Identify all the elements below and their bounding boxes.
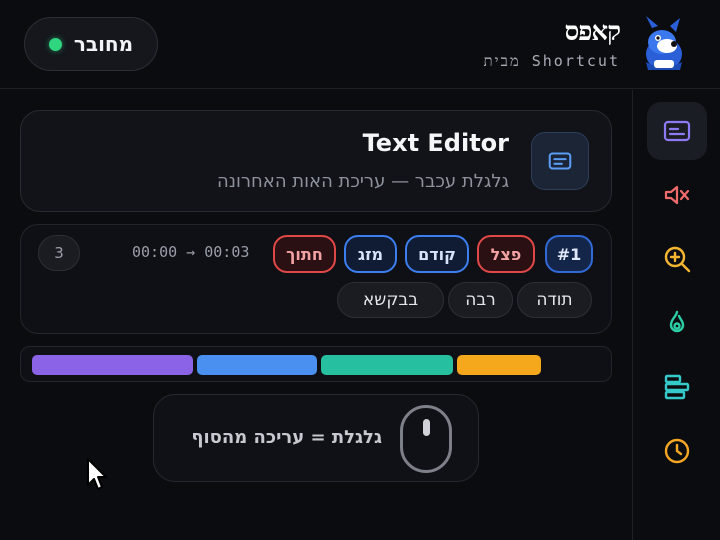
sidebar-item-effects[interactable]	[647, 294, 707, 352]
flame-icon	[669, 310, 685, 333]
brand-logo: קאפס	[484, 14, 621, 50]
clock-icon	[664, 438, 690, 464]
card-subtitle: גלגלת עכבר — עריכת האות האחרונה	[217, 171, 509, 192]
sidebar-item-mute[interactable]	[647, 166, 707, 224]
connection-status-button[interactable]: מחובר	[24, 17, 158, 71]
word-chip[interactable]: רבה	[448, 282, 513, 318]
word-chip[interactable]: בבקשא	[337, 282, 444, 318]
previous-button[interactable]: קודם	[405, 235, 469, 273]
timeline-segment[interactable]	[457, 355, 541, 375]
segment-index-badge[interactable]: #1	[545, 235, 593, 273]
scroll-hint-card: גלגלת = עריכה מהסוף	[153, 394, 479, 482]
captions-icon	[663, 120, 691, 142]
brand-subtitle: מבית Shortcut	[483, 52, 620, 70]
mouse-wheel	[423, 419, 430, 436]
timeline-segment[interactable]	[32, 355, 193, 375]
online-indicator-dot	[48, 37, 62, 51]
cut-button[interactable]: חתוך	[273, 235, 336, 273]
sidebar-item-captions[interactable]	[647, 102, 707, 160]
sidebar-item-layout[interactable]	[647, 358, 707, 416]
connection-status-label: מחובר	[73, 32, 134, 56]
tool-sidebar	[632, 90, 720, 540]
brand-name: קאפס	[564, 17, 621, 46]
word-count-badge: 3	[38, 235, 80, 271]
word-chip[interactable]: תודה	[517, 282, 592, 318]
scroll-hint-text: גלגלת = עריכה מהסוף	[191, 427, 382, 448]
segment-time-range: 00:00 → 00:03	[132, 243, 250, 261]
text-editor-card: Text Editor גלגלת עכבר — עריכת האות האחר…	[20, 110, 612, 212]
mouse-icon	[400, 405, 452, 473]
zoom-in-icon	[664, 246, 691, 273]
timeline-track[interactable]	[20, 346, 612, 382]
timeline-segment[interactable]	[321, 355, 453, 375]
brand: קאפס מבית Shortcut	[483, 14, 621, 71]
mascot-logo-icon	[646, 16, 682, 70]
sidebar-item-history[interactable]	[647, 422, 707, 480]
split-button[interactable]: פצל	[477, 235, 535, 273]
merge-button[interactable]: מזג	[344, 235, 397, 273]
mouse-pointer-icon	[87, 458, 107, 490]
mute-icon	[664, 185, 690, 205]
captions-icon	[548, 152, 572, 170]
timeline-segment[interactable]	[197, 355, 317, 375]
align-bars-icon	[664, 374, 690, 400]
sidebar-item-zoom[interactable]	[647, 230, 707, 288]
app-header: מחובר קאפס מבית Shortcut	[0, 0, 720, 89]
text-editor-icon-tile	[531, 132, 589, 190]
card-title: Text Editor	[362, 129, 509, 157]
